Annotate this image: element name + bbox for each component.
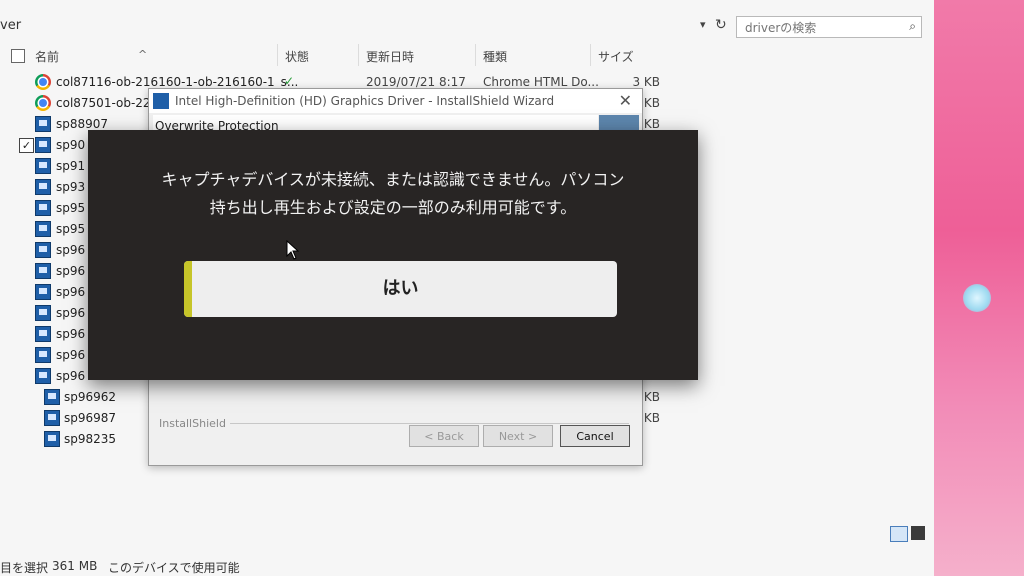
file-name: sp96 — [56, 327, 86, 341]
application-icon — [35, 347, 51, 363]
wizard-title-bar[interactable]: Intel High-Definition (HD) Graphics Driv… — [149, 89, 642, 113]
column-header-type[interactable]: 種類 — [483, 48, 507, 65]
file-name: sp96 — [56, 306, 86, 320]
search-box[interactable]: ⌕ — [736, 16, 922, 38]
yes-button-label: はい — [382, 278, 419, 299]
file-name: sp98235 — [64, 432, 117, 446]
capture-device-error-dialog: キャプチャデバイスが未接続、または認識できません。パソコン 持ち出し再生および設… — [88, 130, 698, 380]
file-name: sp95 — [56, 201, 86, 215]
column-separator[interactable] — [358, 44, 359, 66]
error-message: キャプチャデバイスが未接続、または認識できません。パソコン 持ち出し再生および設… — [88, 166, 698, 222]
file-name: sp91 — [56, 159, 86, 173]
file-name: sp95 — [56, 222, 86, 236]
next-button[interactable]: Next > — [483, 425, 553, 447]
application-icon — [44, 431, 60, 447]
application-icon — [35, 242, 51, 258]
installshield-label: InstallShield — [159, 417, 230, 430]
application-icon — [35, 179, 51, 195]
selection-text: 目を選択 — [0, 561, 49, 575]
installer-icon — [153, 93, 169, 109]
chevron-down-icon[interactable]: ▾ — [700, 18, 706, 31]
column-header-size[interactable]: サイズ — [598, 48, 634, 65]
search-icon[interactable]: ⌕ — [909, 19, 916, 34]
column-header-name[interactable]: 名前 — [35, 48, 59, 65]
file-type: Chrome HTML Do... — [483, 75, 599, 89]
column-separator[interactable] — [475, 44, 476, 66]
file-name: sp96 — [56, 285, 86, 299]
application-icon — [35, 305, 51, 321]
close-icon[interactable]: ✕ — [619, 91, 632, 110]
file-name: sp96962 — [64, 390, 117, 404]
details-view-icon[interactable] — [890, 526, 908, 542]
file-date: 2019/07/21 8:17 — [366, 75, 466, 89]
application-icon — [35, 200, 51, 216]
file-size: 3 KB — [632, 75, 660, 89]
application-icon — [35, 221, 51, 237]
application-icon — [35, 368, 51, 384]
file-name: col87116-ob-216160-1-ob-216160-1_s... — [56, 75, 299, 89]
application-icon — [35, 263, 51, 279]
chrome-file-icon — [35, 95, 51, 111]
status-bar: 目を選択 361 MB このデバイスで使用可能 — [0, 556, 934, 576]
address-text[interactable]: ver — [0, 18, 21, 33]
desktop-wallpaper — [930, 0, 1024, 576]
column-separator[interactable] — [590, 44, 591, 66]
large-icons-view-icon[interactable] — [911, 526, 925, 540]
application-icon — [35, 158, 51, 174]
file-name: sp96 — [56, 348, 86, 362]
application-icon — [35, 284, 51, 300]
application-icon — [35, 116, 51, 132]
error-message-line: キャプチャデバイスが未接続、または認識できません。パソコン — [161, 170, 625, 189]
search-input[interactable] — [743, 19, 897, 37]
cancel-button[interactable]: Cancel — [560, 425, 630, 447]
error-message-line: 持ち出し再生および設定の一部のみ利用可能です。 — [209, 198, 577, 217]
file-name: sp90 — [56, 138, 86, 152]
sort-ascending-icon: ^ — [138, 48, 148, 61]
row-checkbox[interactable]: ✓ — [19, 138, 34, 153]
back-button[interactable]: < Back — [409, 425, 479, 447]
file-name: sp88907 — [56, 117, 109, 131]
chrome-file-icon — [35, 74, 51, 90]
column-header-modified[interactable]: 更新日時 — [366, 48, 414, 65]
file-name: sp96 — [56, 243, 86, 257]
application-icon — [35, 326, 51, 342]
application-icon — [35, 137, 51, 153]
selection-size: 361 MB — [52, 559, 98, 573]
sync-status-icon: ✓ — [284, 74, 295, 88]
file-name: sp96987 — [64, 411, 117, 425]
column-header-status[interactable]: 状態 — [285, 48, 309, 65]
wallpaper-dot — [963, 284, 991, 312]
file-name: sp96 — [56, 369, 86, 383]
yes-button[interactable]: はい — [184, 261, 617, 317]
wizard-title: Intel High-Definition (HD) Graphics Driv… — [175, 94, 555, 108]
file-name: sp96 — [56, 264, 86, 278]
address-bar: ver ▾ ↻ ⌕ — [0, 12, 934, 42]
select-all-checkbox[interactable] — [11, 49, 25, 63]
application-icon — [44, 410, 60, 426]
column-headers: 名前 ^ 状態 更新日時 種類 サイズ — [0, 44, 934, 68]
file-name: sp93 — [56, 180, 86, 194]
application-icon — [44, 389, 60, 405]
refresh-icon[interactable]: ↻ — [715, 17, 727, 33]
device-availability-text: このデバイスで使用可能 — [108, 561, 240, 575]
column-separator[interactable] — [277, 44, 278, 66]
